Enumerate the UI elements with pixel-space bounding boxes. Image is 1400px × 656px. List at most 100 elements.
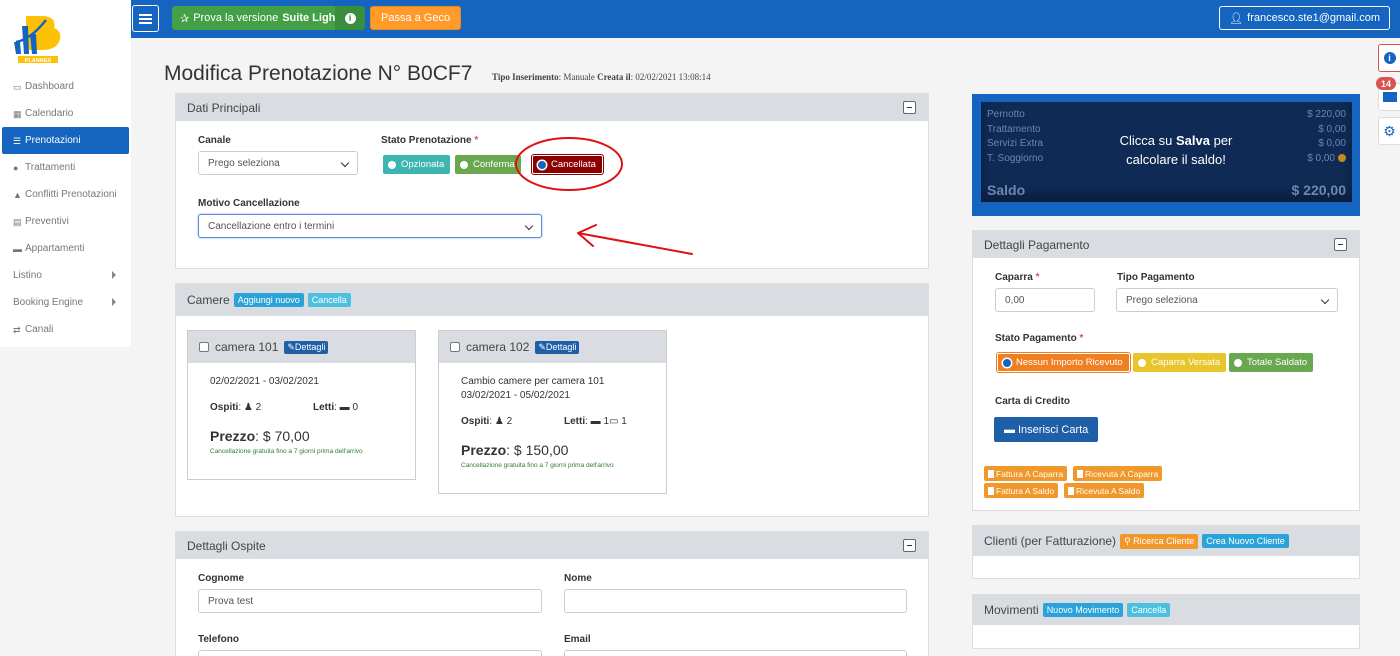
panel-title: Dettagli Ospite: [187, 538, 266, 553]
summary-value: $ 0,00: [1318, 138, 1346, 149]
collapse-button[interactable]: [903, 101, 916, 114]
letti-count: 0: [352, 402, 359, 413]
crea-nuovo-cliente-button[interactable]: Crea Nuovo Cliente: [1202, 534, 1289, 548]
caparra-label-text: Caparra: [995, 272, 1033, 283]
room-letti: Letti: ▬ 0: [313, 402, 359, 413]
dati-principali-panel: Dati Principali Canale Prego seleziona S…: [175, 93, 929, 269]
sidebar-item-trattamenti[interactable]: ● Trattamenti: [0, 154, 131, 181]
cancel-rooms-button[interactable]: Cancella: [307, 293, 351, 307]
stato-pagamento-label-text: Stato Pagamento: [995, 333, 1077, 344]
meta-tipo-value: : Manuale: [558, 72, 595, 82]
info-side-button[interactable]: i: [1378, 44, 1400, 72]
doc-label: Ricevuta A Caparra: [1085, 468, 1159, 479]
tipo-pagamento-select[interactable]: Prego seleziona: [1116, 288, 1338, 312]
save-hint-1: Clicca su: [1119, 133, 1173, 148]
sidebar-item-label: Calendario: [25, 108, 74, 119]
cancellation-policy-note: Cancellazione gratuita fino a 7 giorni p…: [210, 448, 363, 455]
fattura-saldo-button[interactable]: Fattura A Saldo: [984, 483, 1059, 498]
bed-icon: ▬: [13, 243, 22, 254]
planner-logo[interactable]: PLANNER: [12, 12, 68, 64]
nome-label: Nome: [564, 573, 592, 584]
summary-label: Servizi Extra: [987, 138, 1044, 149]
user-account-button[interactable]: 👤︎ francesco.ste1@gmail.com: [1219, 6, 1390, 30]
save-hint-bold: Salva: [1175, 133, 1210, 148]
sidebar-item-dashboard[interactable]: ▭ Dashboard: [0, 73, 131, 100]
stato-conferma-radio[interactable]: Conferma: [455, 155, 521, 174]
room-details-button[interactable]: ✎Dettagli: [535, 340, 580, 354]
sidebar-item-canali[interactable]: ⇄ Canali: [0, 316, 131, 343]
gears-icon: ⚙: [1383, 122, 1396, 139]
suite-info-button[interactable]: i: [335, 6, 365, 30]
sidebar-item-preventivi[interactable]: ▤ Preventivi: [0, 208, 131, 235]
radio-icon: [388, 160, 396, 169]
caparra-input[interactable]: 0,00: [995, 288, 1095, 312]
email-input[interactable]: [564, 650, 907, 656]
carta-credito-label: Carta di Credito: [995, 396, 1071, 407]
sidebar-item-prenotazioni[interactable]: ☰ Prenotazioni: [2, 127, 129, 154]
file-icon: [1068, 486, 1074, 495]
stato-label: Totale Saldato: [1247, 357, 1308, 368]
caparra-versata-radio[interactable]: Caparra Versata: [1133, 353, 1227, 372]
menu-toggle-button[interactable]: [132, 5, 159, 32]
collapse-button[interactable]: [1334, 238, 1347, 251]
user-icon: 👤︎: [1229, 12, 1244, 25]
sidebar-item-label: Canali: [25, 324, 54, 335]
telefono-input[interactable]: [198, 650, 542, 656]
switch-to-geco-button[interactable]: Passa a Geco: [370, 6, 462, 30]
search-icon: ⚲: [1124, 535, 1131, 546]
sidebar-item-appartamenti[interactable]: ▬ Appartamenti: [0, 235, 131, 262]
sidebar-item-listino[interactable]: Listino: [0, 262, 131, 289]
room-checkbox[interactable]: [450, 342, 460, 352]
star-icon: ✰: [180, 12, 190, 25]
summary-value: $ 220,00: [1307, 109, 1346, 120]
apple-icon: ●: [13, 162, 19, 173]
suite-label-bold: Suite Light: [282, 12, 340, 24]
ricerca-cliente-button[interactable]: ⚲ Ricerca Cliente: [1120, 533, 1199, 549]
ospiti-label: Ospiti: [210, 402, 239, 413]
try-suite-light-button[interactable]: ✰ Prova la versione Suite Light: [172, 6, 348, 30]
warning-icon[interactable]: [1338, 154, 1346, 162]
nuovo-movimento-button[interactable]: Nuovo Movimento: [1042, 603, 1124, 617]
ricevuta-saldo-button[interactable]: Ricevuta A Saldo: [1064, 483, 1145, 498]
room-checkbox[interactable]: [199, 342, 209, 352]
collapse-button[interactable]: [903, 539, 916, 552]
sidebar-item-label: Prenotazioni: [25, 135, 81, 146]
chevron-right-icon: [112, 271, 116, 279]
sidebar-item-booking-engine[interactable]: Booking Engine: [0, 289, 131, 316]
inserisci-carta-button[interactable]: ▬ Inserisci Carta: [994, 417, 1099, 442]
calendar-icon: ▦: [13, 108, 22, 119]
motivo-cancellazione-select[interactable]: Cancellazione entro i termini: [198, 214, 542, 238]
motivo-cancellazione-label: Motivo Cancellazione: [198, 198, 300, 209]
ricevuta-caparra-button[interactable]: Ricevuta A Caparra: [1073, 466, 1163, 481]
settings-side-button[interactable]: ⚙: [1378, 117, 1400, 145]
room-price: Prezzo: $ 150,00: [461, 442, 568, 458]
price-summary: Pernotto $ 220,00 Trattamento $ 0,00 Servi…: [972, 94, 1360, 216]
cognome-input[interactable]: Prova test: [198, 589, 542, 613]
sidebar-item-label: Listino: [13, 270, 42, 281]
stato-label: Nessun Importo Ricevuto: [1016, 357, 1123, 368]
panel-header: Movimenti Nuovo Movimento Cancella: [973, 595, 1359, 625]
room-details-button[interactable]: ✎Dettagli: [284, 340, 329, 354]
fattura-caparra-button[interactable]: Fattura A Caparra: [984, 466, 1068, 481]
nome-input[interactable]: [564, 589, 907, 613]
canale-select[interactable]: Prego seleziona: [198, 151, 358, 175]
chevron-right-icon: [112, 298, 116, 306]
telefono-label: Telefono: [198, 634, 239, 645]
doc-label: Fattura A Saldo: [996, 485, 1055, 496]
stato-opzionata-radio[interactable]: Opzionata: [383, 155, 451, 174]
room-ospiti: Ospiti: ♟ 2: [461, 416, 513, 427]
stato-prenotazione-label: Stato Prenotazione *: [381, 135, 478, 146]
add-room-button[interactable]: Aggiungi nuovo: [233, 293, 304, 307]
sidebar-item-label: Dashboard: [25, 81, 74, 92]
sidebar-item-calendario[interactable]: ▦ Calendario: [0, 100, 131, 127]
sidebar-item-conflitti[interactable]: ▲ Conflitti Prenotazioni: [0, 181, 131, 208]
totale-saldato-radio[interactable]: Totale Saldato: [1229, 353, 1314, 372]
doc-label: Ricevuta A Saldo: [1076, 485, 1141, 496]
nessun-importo-radio[interactable]: Nessun Importo Ricevuto: [996, 352, 1131, 373]
panel-title: Dati Principali: [187, 100, 261, 115]
cancel-movimenti-button[interactable]: Cancella: [1127, 603, 1171, 617]
summary-row: Pernotto $ 220,00: [987, 109, 1346, 120]
stato-cancellata-radio[interactable]: Cancellata: [531, 154, 604, 175]
required-marker: *: [474, 135, 479, 146]
file-icon: [1077, 469, 1083, 478]
